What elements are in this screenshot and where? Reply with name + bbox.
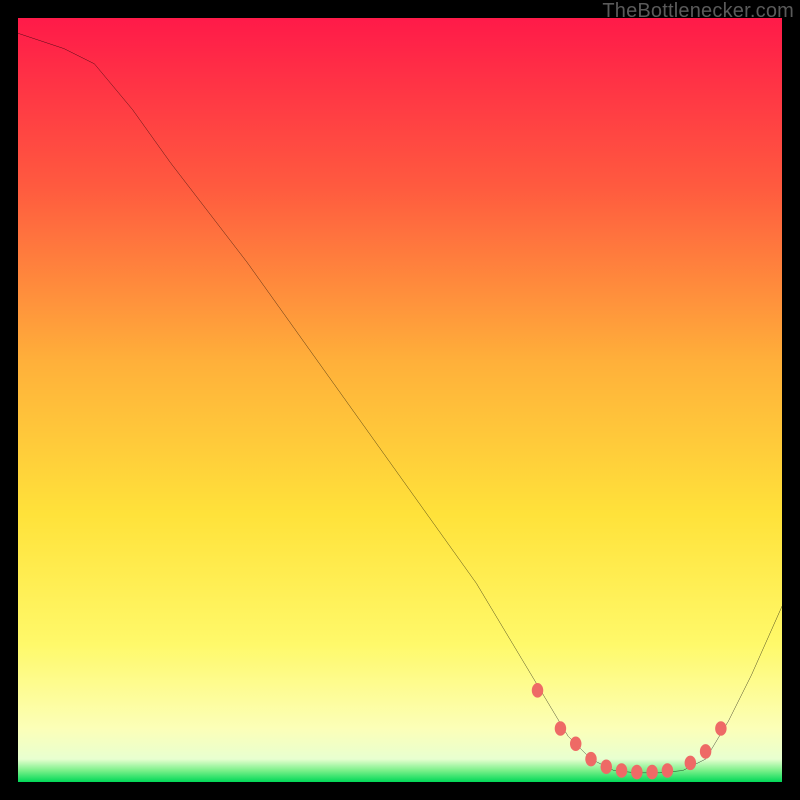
watermark-text: TheBottlenecker.com (602, 0, 794, 23)
highlight-dot (555, 721, 566, 736)
highlight-dot (685, 756, 696, 771)
curve-layer (18, 18, 782, 782)
highlight-dot (631, 765, 642, 780)
highlight-dot (585, 752, 596, 767)
highlight-dot (570, 737, 581, 752)
plot-area (18, 18, 782, 782)
bottleneck-curve (18, 33, 782, 773)
highlight-dot (662, 763, 673, 778)
highlight-dots (532, 683, 727, 779)
highlight-dot (532, 683, 543, 698)
highlight-dot (616, 763, 627, 778)
chart-frame: TheBottlenecker.com (0, 0, 800, 800)
highlight-dot (715, 721, 726, 736)
highlight-dot (601, 759, 612, 774)
highlight-dot (646, 765, 657, 780)
highlight-dot (700, 744, 711, 759)
